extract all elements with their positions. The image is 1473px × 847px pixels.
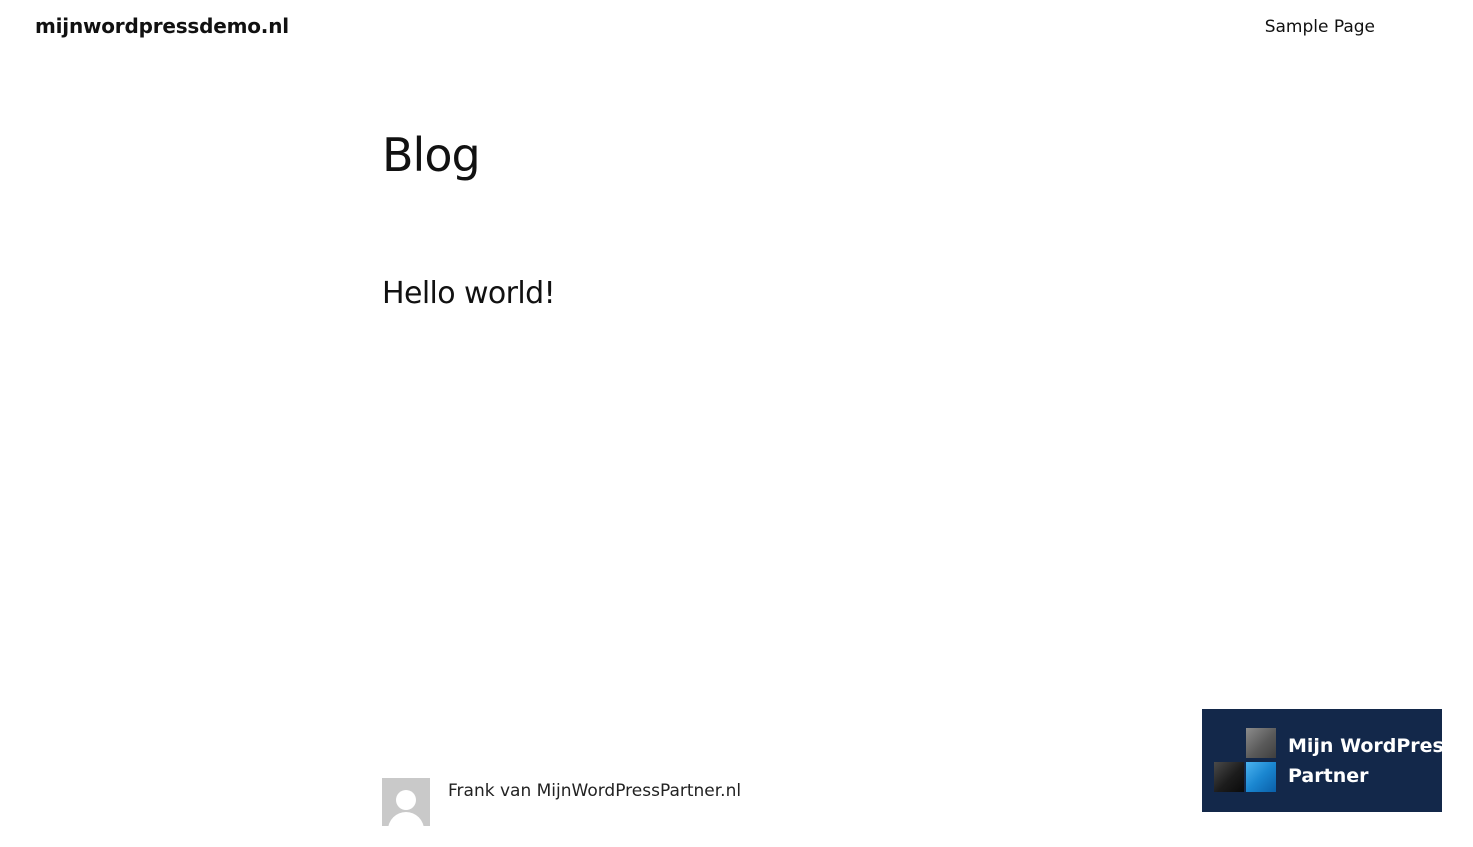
partner-logo-icon bbox=[1214, 727, 1278, 794]
partner-badge-line1: Mijn WordPress bbox=[1288, 734, 1456, 757]
site-title[interactable]: mijnwordpressdemo.nl bbox=[35, 14, 289, 38]
partner-badge-text: Mijn WordPress Partner bbox=[1288, 731, 1455, 791]
partner-badge-line2: Partner bbox=[1288, 764, 1369, 787]
partner-badge[interactable]: Mijn WordPress Partner bbox=[1202, 709, 1455, 812]
logo-square-gray bbox=[1246, 727, 1276, 758]
post-title-link[interactable]: Hello world! bbox=[382, 276, 556, 311]
author-name: Frank van MijnWordPressPartner.nl bbox=[448, 781, 742, 801]
logo-square-black bbox=[1214, 761, 1244, 792]
nav-link-sample-page[interactable]: Sample Page bbox=[1265, 17, 1375, 37]
page-title: Blog bbox=[382, 128, 481, 182]
avatar bbox=[382, 778, 430, 826]
avatar-head-shape bbox=[396, 790, 416, 810]
post-author: Frank van MijnWordPressPartner.nl bbox=[382, 778, 741, 826]
logo-square-blue bbox=[1246, 761, 1276, 792]
avatar-body-shape bbox=[388, 812, 424, 826]
